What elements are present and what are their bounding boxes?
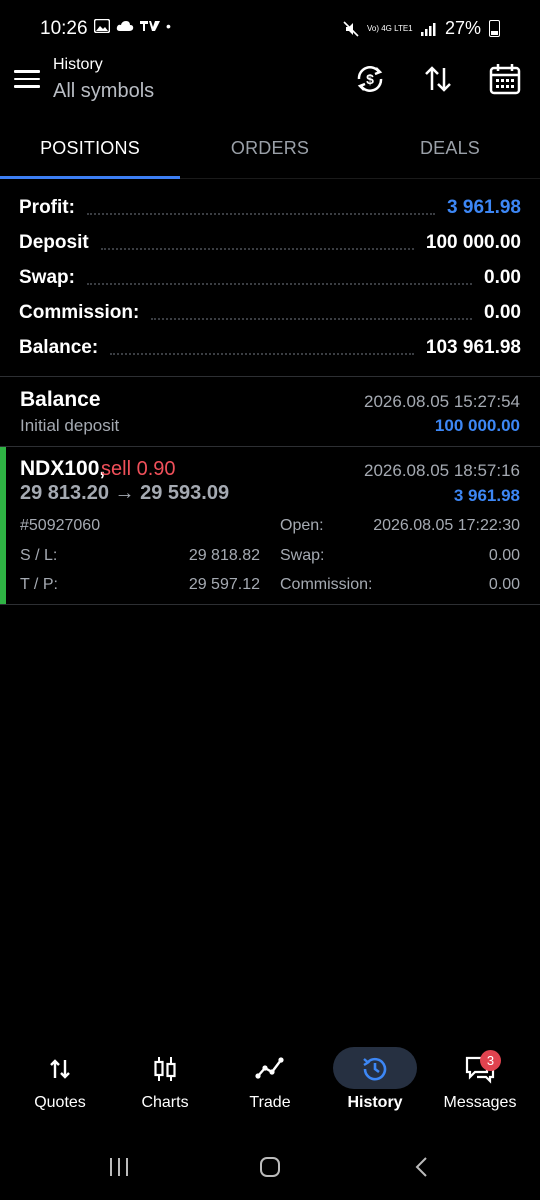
commission-label: Commission: [19,302,140,323]
position-profit: 3 961.98 [453,486,520,505]
home-icon[interactable] [258,1155,282,1184]
network-label: Vo) 4G LTE1 [366,23,413,33]
status-right: Vo) 4G LTE1 27% [343,18,500,39]
swap-value: 0.00 [484,267,521,288]
history-icon [360,1054,390,1084]
status-bar: 10:26 • Vo) 4G LTE1 27% [0,0,540,56]
position-close-time: 2026.08.05 18:57:16 [364,461,520,480]
tp-value: 29 597.12 [188,576,260,593]
signal-icon [420,22,436,36]
currency-refresh-icon[interactable]: $ [353,62,387,96]
app-notification-icon [140,21,160,31]
swap-value: 0.00 [488,547,520,564]
balance-label: Balance: [19,337,99,358]
commission-label: Commission: [280,576,373,593]
balance-entry-subtitle: Initial deposit [20,416,120,435]
dot-icon: • [166,18,171,34]
commission-value: 0.00 [488,576,520,593]
recent-apps-icon[interactable] [108,1155,130,1184]
tab-active-indicator [0,176,180,179]
back-icon[interactable] [412,1155,432,1184]
nav-quotes-label: Quotes [34,1094,86,1111]
position-prices: 29 813.20 → 29 593.09 [20,482,230,504]
nav-history-label: History [347,1094,403,1111]
battery-percent: 27% [444,18,481,38]
symbol-filter[interactable]: All symbols [53,80,154,103]
tab-positions[interactable]: POSITIONS [0,138,180,159]
commission-value: 0.00 [484,302,521,323]
tp-label: T / P: [20,576,58,593]
position-entry[interactable]: NDX100, sell 0.90 29 813.20 → 29 593.09 … [0,447,540,604]
charts-icon [150,1054,180,1084]
deposit-value: 100 000.00 [425,232,521,253]
deposit-label: Deposit [19,232,89,253]
profit-label: Profit: [19,197,75,218]
balance-entry-title: Balance [20,388,101,411]
swap-label: Swap: [19,267,75,288]
summary-deposit: Deposit 100 000.00 [19,228,521,258]
nav-quotes[interactable]: Quotes [10,1046,110,1112]
summary-profit: Profit: 3 961.98 [19,193,521,223]
nav-trade-label: Trade [249,1094,291,1111]
swap-label: Swap: [280,547,325,564]
nav-trade[interactable]: Trade [220,1046,320,1112]
divider [0,604,540,605]
battery-icon [489,20,500,37]
nav-history[interactable]: History [325,1046,425,1112]
tab-orders[interactable]: ORDERS [180,138,360,159]
position-side-bar [0,447,6,604]
nav-messages-label: Messages [443,1094,517,1111]
messages-badge: 3 [480,1050,501,1071]
status-notification-icons: • [94,18,171,34]
mute-icon [343,20,359,37]
sl-label: S / L: [20,547,58,564]
profit-value: 3 961.98 [447,197,521,218]
nav-charts[interactable]: Charts [115,1046,215,1112]
balance-entry[interactable]: Balance Initial deposit 2026.08.05 15:27… [0,377,540,446]
summary-balance: Balance: 103 961.98 [19,333,521,363]
position-ticket: #50927060 [20,517,101,534]
position-symbol: NDX100, [20,457,106,480]
position-side: sell 0.90 [101,458,176,480]
quotes-icon [45,1054,75,1084]
sort-icon[interactable] [421,62,455,96]
summary-swap: Swap: 0.00 [19,263,521,293]
page-title: History [53,56,103,73]
tab-deals[interactable]: DEALS [360,138,540,159]
balance-value: 103 961.98 [425,337,521,358]
open-label: Open: [280,517,324,534]
menu-icon[interactable] [14,70,40,90]
trade-icon [255,1054,285,1084]
open-time: 2026.08.05 17:22:30 [373,517,520,534]
balance-entry-amount: 100 000.00 [434,416,520,435]
status-time: 10:26 [40,18,88,39]
cloud-icon [116,21,134,31]
calendar-icon[interactable] [488,62,522,96]
sl-value: 29 818.82 [188,547,260,564]
balance-entry-datetime: 2026.08.05 15:27:54 [364,392,520,411]
svg-text:$: $ [366,71,374,87]
image-icon [94,19,110,33]
nav-charts-label: Charts [141,1094,189,1111]
summary-commission: Commission: 0.00 [19,298,521,328]
